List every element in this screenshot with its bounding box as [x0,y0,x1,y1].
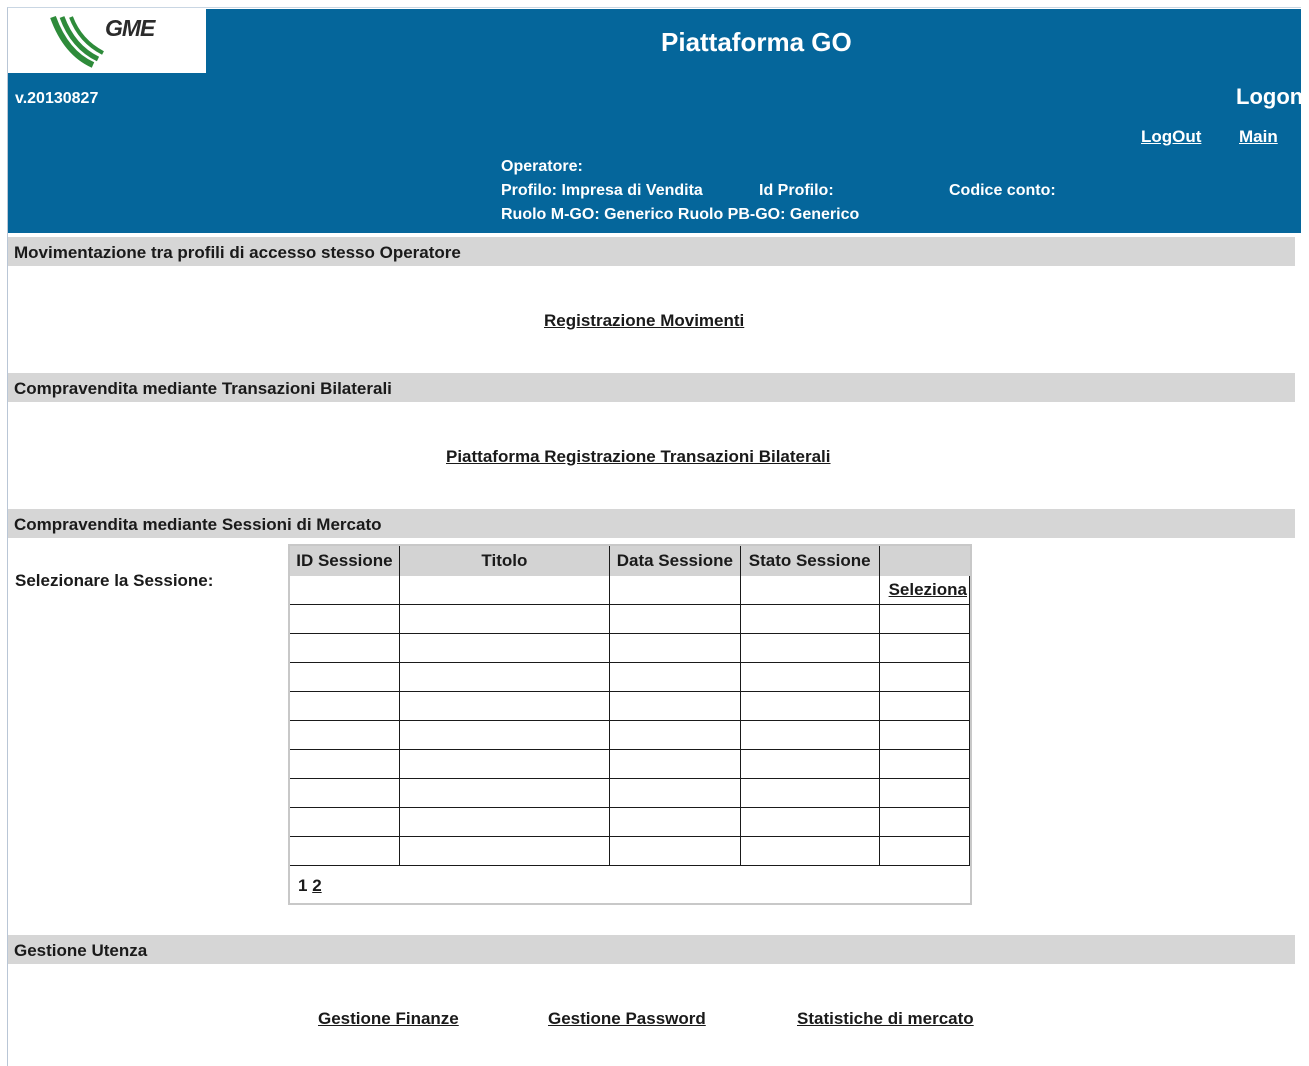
section-title: Compravendita mediante Transazioni Bilat… [14,379,392,398]
page-2-link[interactable]: 2 [312,876,321,895]
logon-label: Logon [1236,84,1304,109]
table-row [290,720,971,750]
table-row [290,604,971,634]
logout-link[interactable]: LogOut [1141,127,1201,147]
col-titolo: Titolo [399,546,610,576]
profilo-label: Profilo: Impresa di Vendita [501,182,703,199]
col-data-sessione: Data Sessione [609,546,741,576]
table-row [290,691,971,721]
section-bar-movimentazione: Movimentazione tra profili di accesso st… [8,237,1295,266]
section-title: Gestione Utenza [14,941,148,960]
registrazione-movimenti-link[interactable]: Registrazione Movimenti [544,311,744,331]
select-session-label: Selezionare la Sessione: [15,571,214,590]
pagination: 1 2 [298,876,322,896]
col-stato-sessione: Stato Sessione [740,546,880,576]
logo-text: GME [105,15,155,41]
table-row [290,749,971,779]
transazioni-bilaterali-link[interactable]: Piattaforma Registrazione Transazioni Bi… [446,447,831,467]
table-row: Seleziona [290,576,971,605]
codice-conto-label: Codice conto: [949,182,1056,199]
ruolo-label: Ruolo M-GO: Generico Ruolo PB-GO: Generi… [501,206,860,223]
main-link[interactable]: Main [1239,127,1278,147]
version-label: v.20130827 [15,90,99,107]
app-title: Piattaforma GO [661,27,852,57]
section-title: Movimentazione tra profili di accesso st… [14,243,461,262]
session-table-container: ID Sessione Titolo Data Sessione Stato S… [288,544,972,905]
table-row [290,662,971,692]
col-action [879,546,970,576]
gestione-password-link[interactable]: Gestione Password [548,1009,706,1029]
id-profilo-label: Id Profilo: [759,182,834,199]
statistiche-mercato-link[interactable]: Statistiche di mercato [797,1009,974,1029]
section-bar-mercato: Compravendita mediante Sessioni di Merca… [8,509,1295,538]
seleziona-link[interactable]: Seleziona [889,580,967,599]
session-table: ID Sessione Titolo Data Sessione Stato S… [290,546,971,866]
table-row [290,836,971,866]
table-row [290,807,971,837]
section-bar-utenza: Gestione Utenza [8,935,1295,964]
operatore-label: Operatore: [501,158,583,175]
gestione-finanze-link[interactable]: Gestione Finanze [318,1009,459,1029]
section-bar-bilaterali: Compravendita mediante Transazioni Bilat… [8,373,1295,402]
table-header-row: ID Sessione Titolo Data Sessione Stato S… [290,546,970,576]
page-1-current: 1 [298,876,308,895]
table-row [290,778,971,808]
header-banner: GME Piattaforma GO v.20130827 Logon LogO… [8,9,1304,233]
section-title: Compravendita mediante Sessioni di Merca… [14,515,382,534]
gme-logo: GME [8,9,206,73]
table-row [290,633,971,663]
col-id-sessione: ID Sessione [290,546,400,576]
